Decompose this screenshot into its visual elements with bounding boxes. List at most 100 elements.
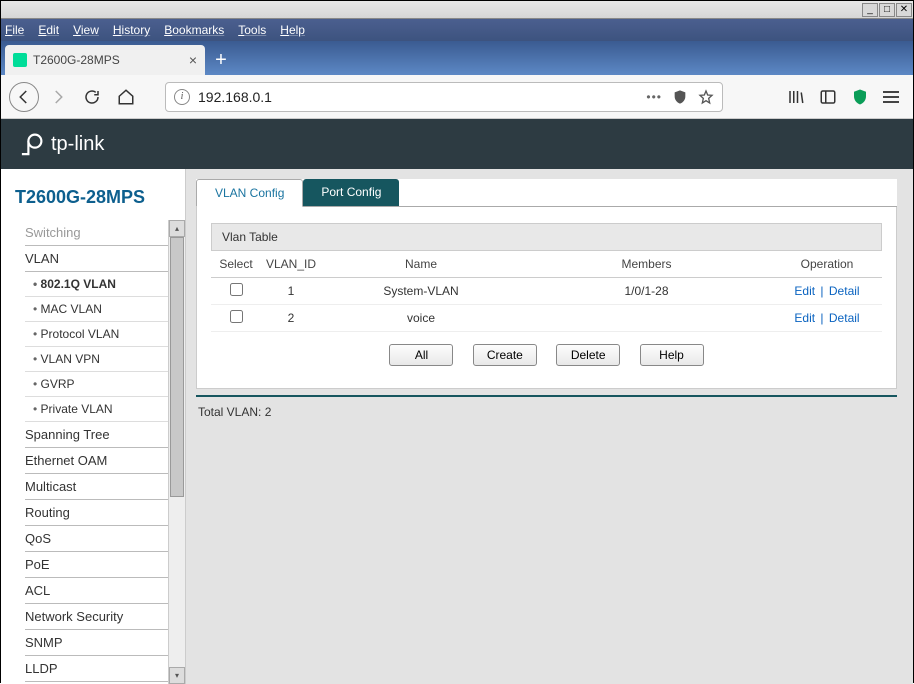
- router-header: tp-link: [1, 119, 913, 169]
- content-tabs: VLAN Config Port Config: [196, 179, 897, 207]
- arrow-left-icon: [15, 88, 33, 106]
- brand-text: tp-link: [51, 133, 104, 156]
- scroll-thumb[interactable]: [170, 237, 184, 497]
- tab-title: T2600G-28MPS: [33, 53, 120, 67]
- star-icon[interactable]: [698, 89, 714, 105]
- col-select: Select: [211, 251, 261, 278]
- sidebar-item-vlan[interactable]: VLAN: [25, 246, 175, 272]
- sidebar-item-protocol-vlan[interactable]: Protocol VLAN: [25, 322, 175, 347]
- col-members: Members: [521, 251, 772, 278]
- tplink-logo-icon: [19, 131, 45, 157]
- app-menu-button[interactable]: [883, 91, 899, 103]
- table-row: 2 voice Edit | Detail: [211, 305, 882, 332]
- sidebar-item-routing[interactable]: Routing: [25, 500, 175, 526]
- cell-vlan-id: 1: [261, 278, 321, 305]
- sidebar-list: Switching VLAN 802.1Q VLAN MAC VLAN Prot…: [5, 220, 185, 684]
- detail-link[interactable]: Detail: [829, 284, 860, 298]
- detail-link[interactable]: Detail: [829, 311, 860, 325]
- menu-history[interactable]: History: [113, 23, 150, 37]
- sidebar-item-acl[interactable]: ACL: [25, 578, 175, 604]
- table-row: 1 System-VLAN 1/0/1-28 Edit | Detail: [211, 278, 882, 305]
- row-checkbox[interactable]: [230, 283, 243, 296]
- cell-name: System-VLAN: [321, 278, 521, 305]
- security-shield-icon[interactable]: [851, 88, 869, 106]
- col-vlan-id: VLAN_ID: [261, 251, 321, 278]
- library-icon[interactable]: [787, 88, 805, 106]
- sidebar-scroll: Switching VLAN 802.1Q VLAN MAC VLAN Prot…: [1, 220, 185, 684]
- scroll-down-icon[interactable]: ▾: [169, 667, 185, 684]
- menu-view[interactable]: View: [73, 23, 99, 37]
- menu-tools[interactable]: Tools: [238, 23, 266, 37]
- row-checkbox[interactable]: [230, 310, 243, 323]
- toolbar-right: [787, 88, 899, 106]
- op-separator: |: [817, 311, 827, 325]
- model-name: T2600G-28MPS: [1, 169, 185, 220]
- tab-vlan-config[interactable]: VLAN Config: [196, 179, 303, 207]
- scroll-up-icon[interactable]: ▴: [169, 220, 185, 237]
- edit-link[interactable]: Edit: [794, 284, 815, 298]
- help-button[interactable]: Help: [640, 344, 704, 366]
- browser-tab[interactable]: T2600G-28MPS ×: [5, 45, 205, 75]
- page-actions-icon[interactable]: •••: [646, 90, 662, 104]
- browser-menu-bar: File Edit View History Bookmarks Tools H…: [1, 19, 913, 41]
- sidebar-icon[interactable]: [819, 88, 837, 106]
- sidebar-item-snmp[interactable]: SNMP: [25, 630, 175, 656]
- site-info-icon[interactable]: i: [174, 89, 190, 105]
- url-field[interactable]: i 192.168.0.1 •••: [165, 82, 723, 112]
- shield-icon[interactable]: [672, 89, 688, 105]
- forward-button[interactable]: [43, 82, 73, 112]
- menu-help[interactable]: Help: [280, 23, 305, 37]
- cell-name: voice: [321, 305, 521, 332]
- sidebar-item-multicast[interactable]: Multicast: [25, 474, 175, 500]
- arrow-right-icon: [49, 88, 67, 106]
- op-separator: |: [817, 284, 827, 298]
- sidebar-item-gvrp[interactable]: GVRP: [25, 372, 175, 397]
- brand-logo: tp-link: [19, 131, 104, 157]
- home-icon: [117, 88, 135, 106]
- sidebar-scrollbar[interactable]: ▴ ▾: [168, 220, 185, 684]
- action-buttons: All Create Delete Help: [211, 332, 882, 372]
- url-text: 192.168.0.1: [198, 89, 638, 105]
- sidebar-item-switching[interactable]: Switching: [25, 220, 175, 246]
- new-tab-button[interactable]: +: [205, 45, 237, 75]
- delete-button[interactable]: Delete: [556, 344, 620, 366]
- reload-button[interactable]: [77, 82, 107, 112]
- panel-title: Vlan Table: [211, 223, 882, 251]
- tab-close-icon[interactable]: ×: [189, 52, 197, 68]
- sidebar-item-qos[interactable]: QoS: [25, 526, 175, 552]
- sidebar-item-vlan-vpn[interactable]: VLAN VPN: [25, 347, 175, 372]
- total-vlan-label: Total VLAN: 2: [196, 397, 897, 427]
- sidebar-item-network-security[interactable]: Network Security: [25, 604, 175, 630]
- sidebar-item-private-vlan[interactable]: Private VLAN: [25, 397, 175, 422]
- tab-port-config[interactable]: Port Config: [303, 179, 399, 206]
- reload-icon: [83, 88, 101, 106]
- browser-tab-strip: T2600G-28MPS × +: [1, 41, 913, 75]
- cell-vlan-id: 2: [261, 305, 321, 332]
- back-button[interactable]: [9, 82, 39, 112]
- menu-edit[interactable]: Edit: [38, 23, 59, 37]
- tab-favicon-icon: [13, 53, 27, 67]
- menu-file[interactable]: File: [5, 23, 24, 37]
- maximize-button[interactable]: □: [879, 3, 895, 17]
- cell-members: 1/0/1-28: [521, 278, 772, 305]
- sidebar-item-ethernet-oam[interactable]: Ethernet OAM: [25, 448, 175, 474]
- edit-link[interactable]: Edit: [794, 311, 815, 325]
- sidebar-item-poe[interactable]: PoE: [25, 552, 175, 578]
- sidebar-item-8021q-vlan[interactable]: 802.1Q VLAN: [25, 272, 175, 297]
- all-button[interactable]: All: [389, 344, 453, 366]
- close-window-button[interactable]: ✕: [896, 3, 912, 17]
- minimize-button[interactable]: _: [862, 3, 878, 17]
- sidebar-item-mac-vlan[interactable]: MAC VLAN: [25, 297, 175, 322]
- menu-bookmarks[interactable]: Bookmarks: [164, 23, 224, 37]
- main-content: VLAN Config Port Config Vlan Table Selec…: [186, 169, 913, 684]
- vlan-table: Select VLAN_ID Name Members Operation 1 …: [211, 251, 882, 332]
- home-button[interactable]: [111, 82, 141, 112]
- sidebar-item-spanning-tree[interactable]: Spanning Tree: [25, 422, 175, 448]
- col-operation: Operation: [772, 251, 882, 278]
- sidebar-item-lldp[interactable]: LLDP: [25, 656, 175, 682]
- cell-members: [521, 305, 772, 332]
- router-body: T2600G-28MPS Switching VLAN 802.1Q VLAN …: [1, 169, 913, 684]
- create-button[interactable]: Create: [473, 344, 537, 366]
- sidebar: T2600G-28MPS Switching VLAN 802.1Q VLAN …: [1, 169, 186, 684]
- url-actions: •••: [646, 89, 714, 105]
